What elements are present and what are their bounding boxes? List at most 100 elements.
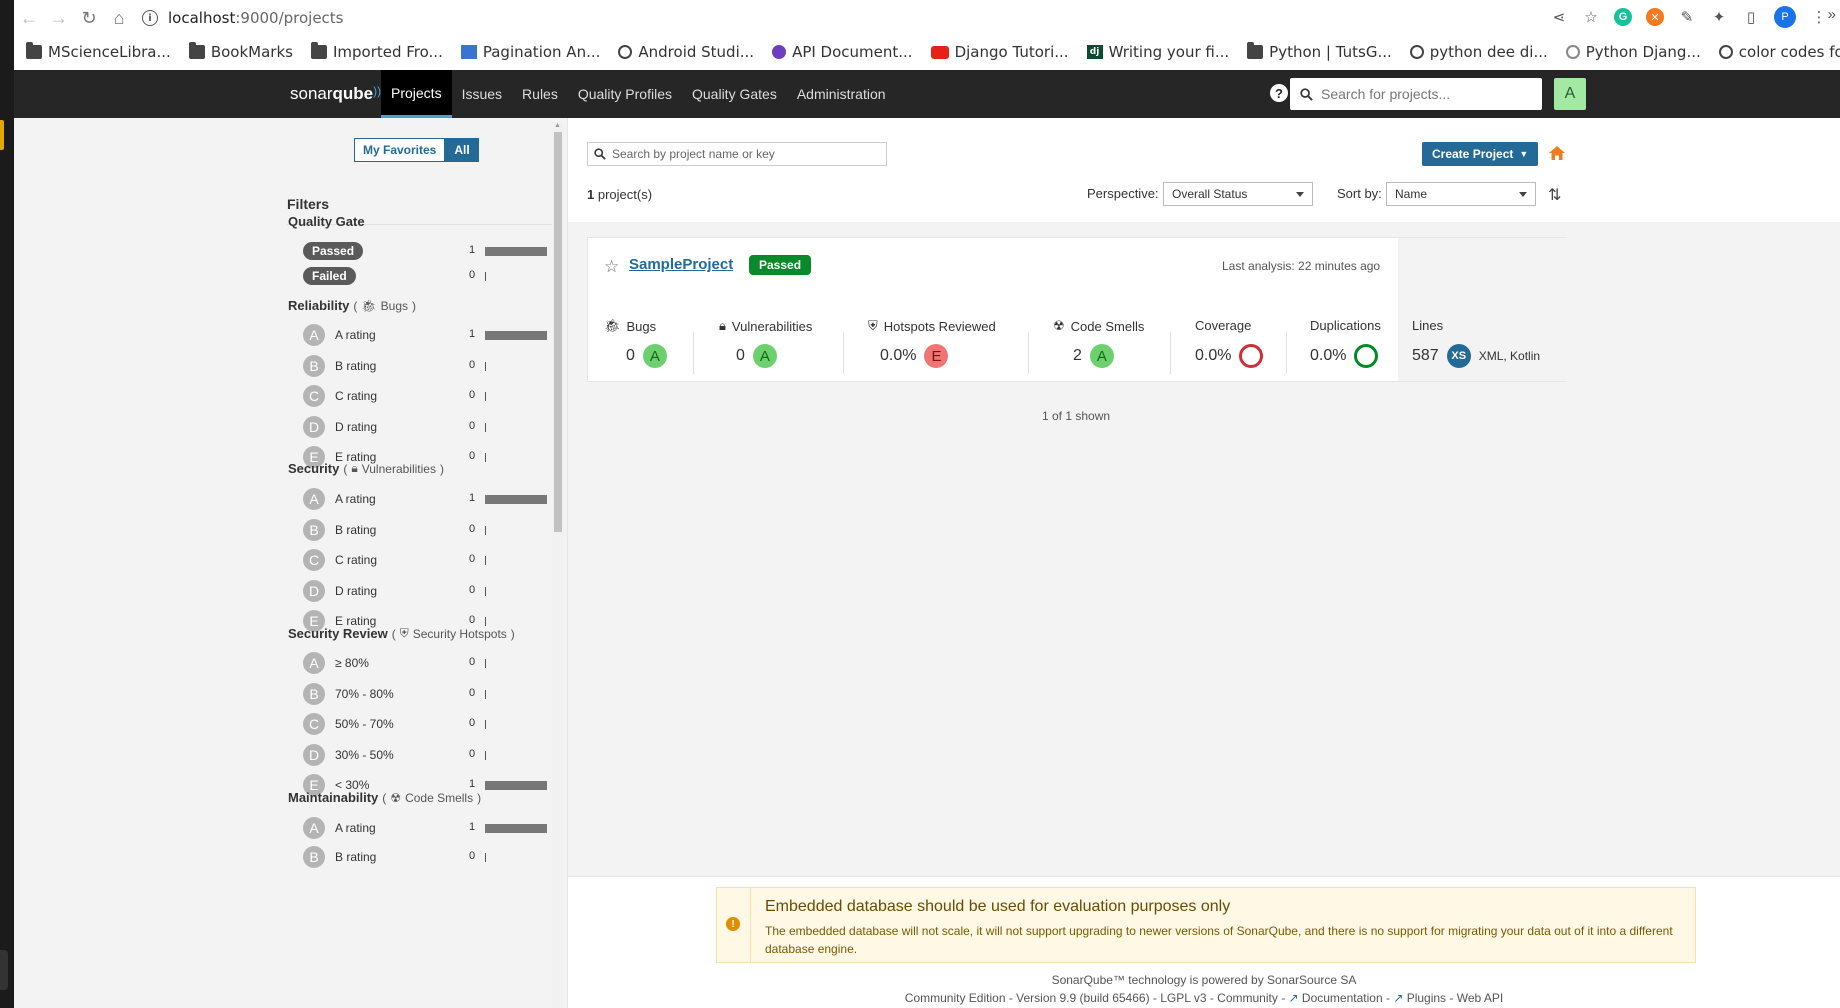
nav-tab-administration[interactable]: Administration (787, 70, 896, 118)
facet-option[interactable]: A A rating 1 (303, 488, 553, 510)
bookmark-item[interactable]: color codes fo... (1718, 43, 1840, 61)
back-icon[interactable]: ← (14, 3, 44, 33)
metric-code-smells[interactable]: ☢ Code Smells 2A (1053, 318, 1144, 368)
metric-bugs[interactable]: 🐞︎ Bugs 0A (604, 318, 667, 368)
sonarqube-logo[interactable]: sonarqube)) (290, 84, 381, 104)
my-favorites-button[interactable]: My Favorites (354, 138, 446, 162)
project-name-link[interactable]: SampleProject (629, 256, 733, 273)
radiation-icon: ☢ (1053, 318, 1065, 333)
facet-option[interactable]: D D rating 0 (303, 415, 553, 438)
sonarsource-link[interactable]: SonarSource SA (1267, 973, 1356, 987)
user-avatar[interactable]: A (1554, 78, 1586, 110)
facet-option[interactable]: C C rating 0 (303, 549, 553, 571)
facet-bar (485, 853, 486, 862)
bookmark-item[interactable]: Imported Fro... (310, 42, 443, 61)
extension-orange-icon[interactable]: ✕ (1646, 8, 1664, 26)
project-search[interactable] (587, 142, 887, 166)
facet-option[interactable]: B 70% - 80% 0 (303, 682, 553, 705)
facet-title-maintainability[interactable]: Maintainability(☢ Code Smells) (288, 790, 481, 805)
bookmark-item[interactable]: python dee di... (1409, 43, 1548, 61)
rating-label: A rating (335, 821, 376, 835)
project-search-input[interactable] (612, 147, 872, 161)
global-search-input[interactable] (1321, 86, 1531, 102)
facet-option[interactable]: A A rating 1 (303, 817, 553, 839)
side-panel-icon[interactable]: ▯ (1742, 8, 1760, 26)
site-info-icon[interactable]: i (142, 10, 158, 26)
menu-kebab-icon[interactable]: ⋮ (1810, 8, 1828, 26)
share-icon[interactable]: ⋖ (1550, 8, 1568, 26)
footer-link-web-api[interactable]: Web API (1457, 991, 1503, 1005)
facet-count: 0 (469, 269, 476, 281)
perspective-select[interactable]: Overall Status (1163, 182, 1313, 206)
bookmark-item[interactable]: API Document... (772, 43, 913, 61)
facet-option[interactable]: C 50% - 70% 0 (303, 713, 553, 735)
nav-tab-rules[interactable]: Rules (512, 70, 568, 118)
facet-option[interactable]: Passed 1 (303, 240, 553, 262)
extensions-puzzle-icon[interactable]: ✦ (1710, 8, 1728, 26)
grammarly-extension-icon[interactable]: G (1614, 8, 1632, 26)
bookmark-item[interactable]: Python | TutsG... (1247, 42, 1392, 61)
create-project-button[interactable]: Create Project ▼ (1422, 142, 1539, 166)
eyedropper-icon[interactable]: ✎ (1678, 8, 1696, 26)
dj-icon: dj (1086, 45, 1103, 59)
facet-option[interactable]: Failed 0 (303, 265, 553, 287)
coverage-ring-icon (1239, 344, 1264, 368)
global-project-search[interactable] (1290, 78, 1542, 110)
facet-option[interactable]: D D rating 0 (303, 579, 553, 602)
facet-title-security[interactable]: Security(🔒︎ Vulnerabilities) (288, 461, 444, 476)
profile-avatar-icon[interactable]: P (1774, 6, 1796, 28)
facet-count: 1 (469, 492, 476, 504)
bookmark-item[interactable]: Android Studi... (618, 43, 754, 61)
bookmark-item[interactable]: Python Djang... (1565, 43, 1701, 61)
facet-count: 0 (469, 583, 476, 596)
metric-duplications[interactable]: Duplications 0.0% (1310, 318, 1381, 368)
address-bar[interactable]: i localhost:9000/projects (142, 9, 344, 27)
facet-bar (485, 824, 547, 833)
sort-select[interactable]: Name (1386, 182, 1536, 206)
bookmark-item[interactable]: BookMarks (188, 42, 293, 61)
sidebar-scrollbar[interactable]: ▲ (552, 122, 564, 1008)
footer-link-plugins[interactable]: Plugins (1407, 991, 1446, 1005)
metric-coverage[interactable]: Coverage 0.0% (1195, 318, 1264, 368)
facet-option[interactable]: C C rating 0 (303, 385, 553, 407)
facet-count: 0 (469, 686, 476, 699)
facet-option[interactable]: D 30% - 50% 0 (303, 743, 553, 766)
bookmark-star-icon[interactable]: ☆ (1582, 8, 1600, 26)
api-icon (772, 45, 787, 59)
bookmark-label: color codes fo... (1738, 43, 1840, 61)
rating-letter: B (303, 846, 325, 868)
forward-icon[interactable]: → (44, 3, 74, 33)
nav-tab-quality-profiles[interactable]: Quality Profiles (568, 70, 682, 118)
facet-title-quality-gate[interactable]: Quality Gate (288, 214, 365, 229)
facet-option[interactable]: B B rating 0 (303, 518, 553, 541)
footer-link-community[interactable]: Community (1217, 991, 1278, 1005)
bookmark-item[interactable]: Pagination An... (460, 43, 600, 61)
all-projects-button[interactable]: All (445, 138, 479, 162)
facet-option[interactable]: A A rating 1 (303, 324, 553, 346)
facet-title-reliability[interactable]: Reliability(🐞︎ Bugs) (288, 298, 416, 313)
bookmark-item[interactable]: MScienceLibra... (26, 42, 171, 61)
reload-icon[interactable]: ↻ (74, 3, 104, 33)
project-card: ☆ SampleProject Passed Last analysis: 22… (587, 237, 1567, 382)
nav-tab-issues[interactable]: Issues (452, 70, 512, 118)
sort-direction-icon[interactable]: ⇅ (1548, 185, 1561, 205)
bookmarks-overflow-icon[interactable]: » (1828, 6, 1836, 23)
home-browser-icon[interactable]: ⌂ (104, 3, 134, 33)
nav-tab-quality-gates[interactable]: Quality Gates (682, 70, 787, 118)
metric-vulnerabilities[interactable]: 🔒︎ Vulnerabilities 0A (719, 318, 812, 368)
metric-hotspots[interactable]: ⛨ Hotspots Reviewed 0.0% E (868, 318, 996, 368)
help-icon[interactable]: ? (1270, 84, 1288, 102)
facet-option[interactable]: B B rating 0 (303, 846, 553, 868)
facet-title-security-review[interactable]: Security Review(⛨ Security Hotspots) (288, 626, 515, 641)
facet-option[interactable]: A ≥ 80% 0 (303, 652, 553, 674)
footer-link-lgpl-v3[interactable]: LGPL v3 (1160, 991, 1206, 1005)
facet-bar (485, 720, 486, 729)
bookmark-item[interactable]: dj Writing your fi... (1086, 43, 1229, 61)
bookmark-item[interactable]: Django Tutori... (930, 43, 1069, 61)
rating-label: B rating (335, 358, 377, 373)
home-icon[interactable] (1548, 144, 1566, 162)
favorite-star-icon[interactable]: ☆ (604, 257, 619, 277)
facet-option[interactable]: B B rating 0 (303, 354, 553, 377)
nav-tab-projects[interactable]: Projects (381, 70, 452, 118)
footer-link-documentation[interactable]: Documentation (1302, 991, 1383, 1005)
